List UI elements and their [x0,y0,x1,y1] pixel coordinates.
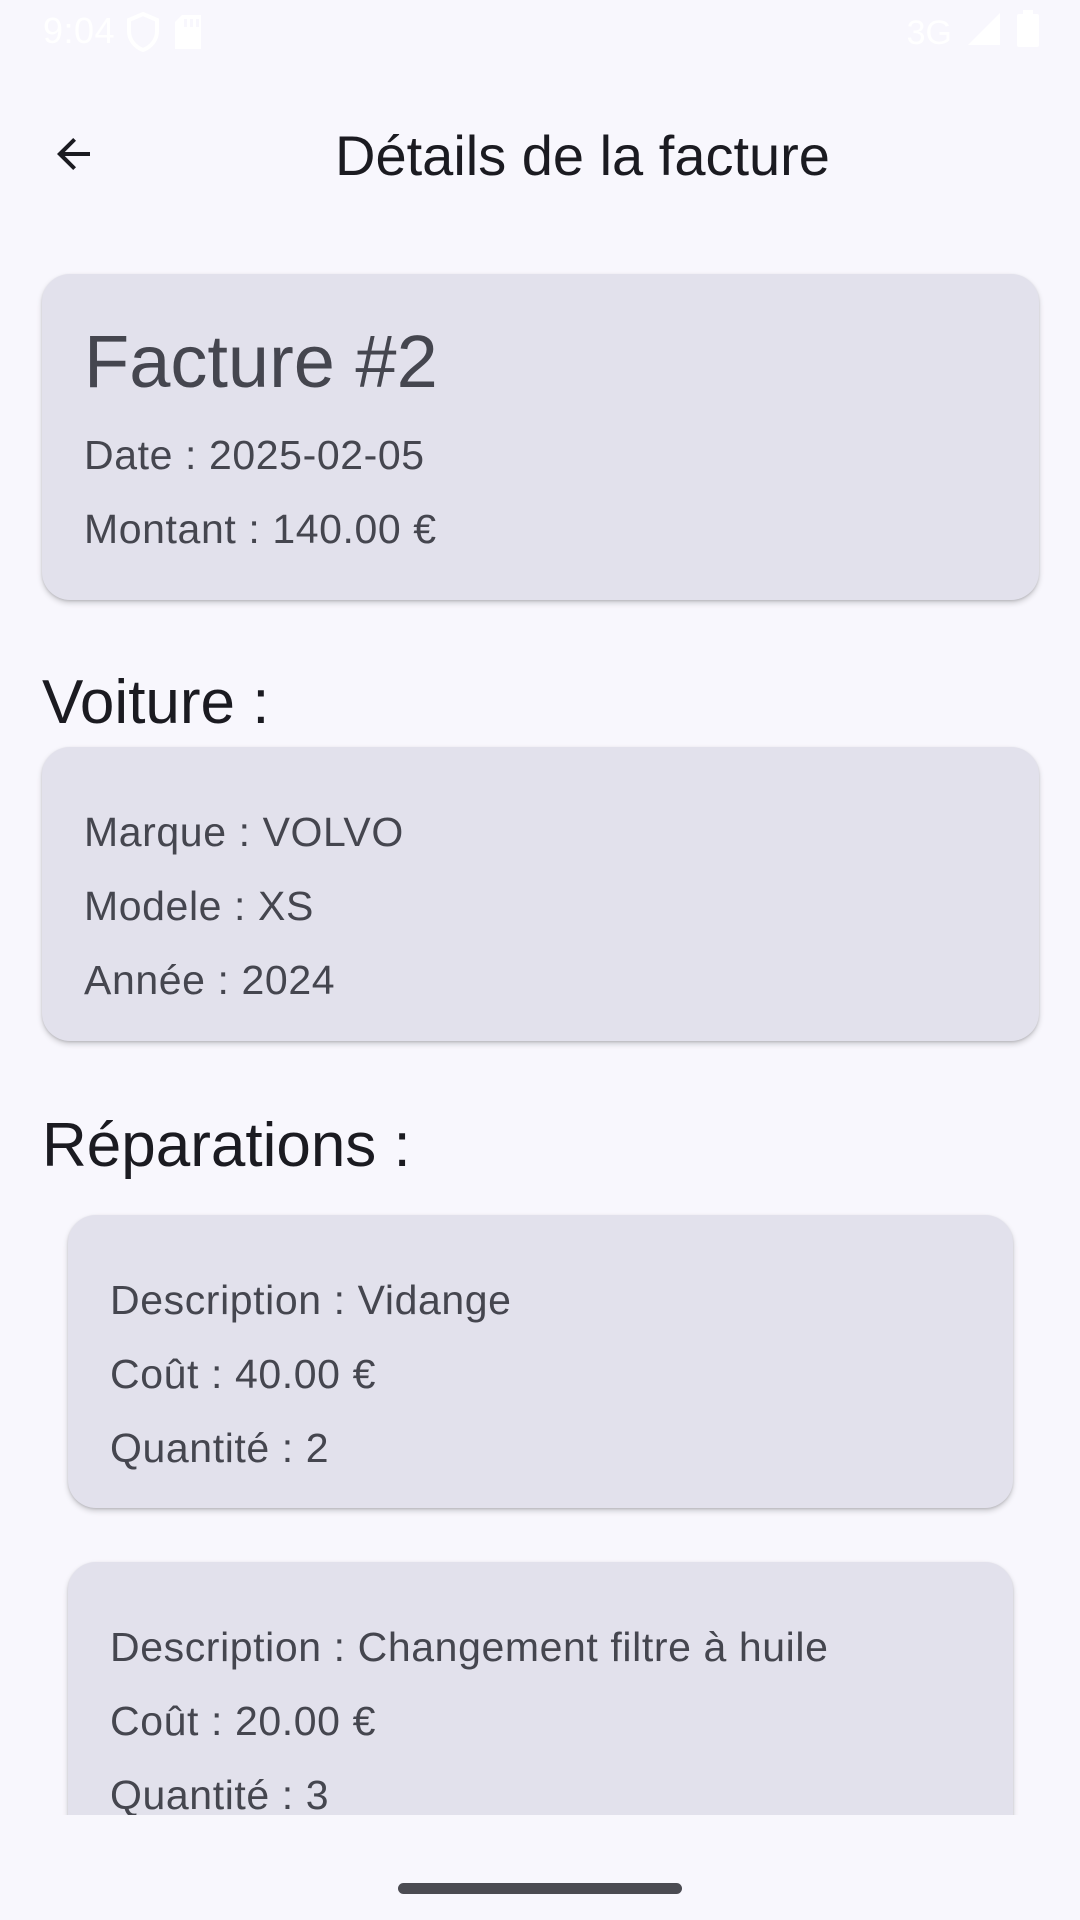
repair-description: Description : Changement filtre à huile [110,1624,829,1670]
car-year: Année : 2024 [84,957,336,1003]
repair-quantity: Quantité : 2 [110,1425,330,1471]
invoice-date: Date : 2025-02-05 [84,432,425,478]
invoice-title: Facture #2 [84,320,438,403]
invoice-amount: Montant : 140.00 € [84,506,437,552]
car-model: Modele : XS [84,883,314,929]
top-app-bar: Détails de la facture [0,90,1080,202]
repair-cost: Coût : 20.00 € [110,1698,376,1744]
status-bar: 9:04 3G [0,0,1080,60]
page-title: Détails de la facture [335,124,830,187]
car-brand: Marque : VOLVO [84,809,404,855]
status-right-icons: 3G [907,10,1040,57]
repair-card: Description : Changement filtre à huile … [68,1562,1013,1815]
invoice-card: Facture #2 Date : 2025-02-05 Montant : 1… [42,274,1039,600]
gesture-nav-handle[interactable] [398,1883,682,1894]
car-section-title: Voiture : [42,668,270,737]
car-card: Marque : VOLVO Modele : XS Année : 2024 [42,747,1039,1041]
repair-description: Description : Vidange [110,1277,512,1323]
repair-card: Description : Vidange Coût : 40.00 € Qua… [68,1215,1013,1508]
repair-quantity: Quantité : 3 [110,1772,330,1815]
repair-cost: Coût : 40.00 € [110,1351,376,1397]
sd-card-icon [174,14,202,59]
repairs-list[interactable]: Description : Vidange Coût : 40.00 € Qua… [0,1210,1080,1815]
status-left-icons [126,11,202,61]
shield-icon [126,11,160,61]
network-type: 3G [906,14,952,52]
repairs-section-title: Réparations : [42,1111,411,1180]
signal-icon [966,11,1002,56]
battery-icon [1016,10,1040,57]
status-time: 9:04 [43,10,116,51]
